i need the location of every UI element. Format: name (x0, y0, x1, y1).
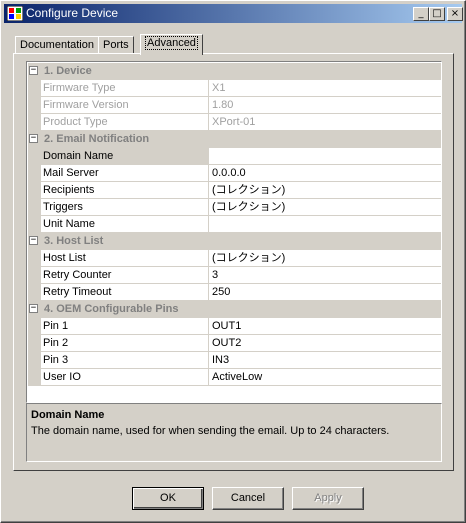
property-value[interactable] (210, 216, 441, 232)
cancel-button[interactable]: Cancel (212, 487, 284, 510)
row-gutter (28, 216, 41, 232)
property-value[interactable]: OUT1 (210, 318, 441, 334)
category-row[interactable]: −3. Host List (28, 233, 441, 250)
property-name[interactable]: Unit Name (41, 216, 209, 232)
tab-label: Ports (103, 39, 129, 51)
property-value[interactable]: X1 (210, 80, 441, 96)
row-gutter (28, 352, 41, 368)
row-gutter (28, 182, 41, 198)
property-name[interactable]: Retry Timeout (41, 284, 209, 300)
collapse-toggle-icon[interactable]: − (29, 66, 38, 75)
category-row[interactable]: −4. OEM Configurable Pins (28, 301, 441, 318)
tab-ports[interactable]: Ports (98, 36, 134, 54)
category-label: 4. OEM Configurable Pins (44, 303, 179, 315)
property-row[interactable]: Host List (コレクション) (28, 250, 441, 267)
property-name[interactable]: Product Type (41, 114, 209, 130)
property-row[interactable]: Mail Server 0.0.0.0 (28, 165, 441, 182)
property-row[interactable]: Firmware Version 1.80 (28, 97, 441, 114)
property-value[interactable]: 0.0.0.0 (210, 165, 441, 181)
configure-device-window: Configure Device _ □ × Documentation Por… (0, 0, 466, 523)
tab-documentation[interactable]: Documentation (15, 36, 99, 54)
property-name[interactable]: Mail Server (41, 165, 209, 181)
property-row[interactable]: Pin 1 OUT1 (28, 318, 441, 335)
row-gutter (28, 335, 41, 351)
property-name[interactable]: Host List (41, 250, 209, 266)
tab-label: Documentation (20, 39, 94, 51)
property-value[interactable] (210, 148, 441, 164)
app-icon (7, 6, 23, 21)
row-gutter (28, 165, 41, 181)
row-gutter (28, 318, 41, 334)
property-name[interactable]: Triggers (41, 199, 209, 215)
collapse-toggle-icon[interactable]: − (29, 236, 38, 245)
property-row[interactable]: Firmware Type X1 (28, 80, 441, 97)
property-value[interactable]: IN3 (210, 352, 441, 368)
property-row[interactable]: Pin 3 IN3 (28, 352, 441, 369)
property-value[interactable]: 250 (210, 284, 441, 300)
property-row[interactable]: Retry Timeout 250 (28, 284, 441, 301)
row-gutter (28, 148, 41, 164)
property-row[interactable]: Product Type XPort-01 (28, 114, 441, 131)
row-gutter (28, 80, 41, 96)
property-value[interactable]: (コレクション) (210, 250, 441, 266)
apply-button[interactable]: Apply (292, 487, 364, 510)
property-grid-rows: −1. Device Firmware Type X1 Firmware Versio… (28, 63, 441, 386)
row-gutter (28, 97, 41, 113)
title-bar[interactable]: Configure Device _ □ × (4, 4, 463, 23)
property-name[interactable]: Retry Counter (41, 267, 209, 283)
category-row[interactable]: −2. Email Notification (28, 131, 441, 148)
property-row[interactable]: Triggers (コレクション) (28, 199, 441, 216)
row-gutter (28, 250, 41, 266)
collapse-toggle-icon[interactable]: − (29, 134, 38, 143)
property-row[interactable]: Domain Name (28, 148, 441, 165)
window-title: Configure Device (26, 6, 119, 20)
property-name[interactable]: Pin 3 (41, 352, 209, 368)
category-label: 2. Email Notification (44, 133, 150, 145)
category-label: 3. Host List (44, 235, 104, 247)
category-label: 1. Device (44, 65, 92, 77)
property-row[interactable]: Unit Name (28, 216, 441, 233)
tab-advanced[interactable]: Advanced (140, 34, 203, 55)
property-name[interactable]: Pin 1 (41, 318, 209, 334)
ok-button[interactable]: OK (132, 487, 204, 510)
property-value[interactable]: XPort-01 (210, 114, 441, 130)
minimize-button[interactable]: _ (413, 7, 429, 21)
maximize-button[interactable]: □ (429, 7, 445, 21)
property-row[interactable]: User IO ActiveLow (28, 369, 441, 386)
row-gutter (28, 284, 41, 300)
description-pane: Domain Name The domain name, used for wh… (26, 403, 442, 462)
collapse-toggle-icon[interactable]: − (29, 304, 38, 313)
row-gutter (28, 369, 41, 385)
property-name[interactable]: Firmware Version (41, 97, 209, 113)
description-text: The domain name, used for when sending t… (31, 425, 390, 437)
property-value[interactable]: 1.80 (210, 97, 441, 113)
property-value[interactable]: OUT2 (210, 335, 441, 351)
category-row[interactable]: −1. Device (28, 63, 441, 80)
property-value[interactable]: ActiveLow (210, 369, 441, 385)
property-row[interactable]: Pin 2 OUT2 (28, 335, 441, 352)
property-row[interactable]: Recipients (コレクション) (28, 182, 441, 199)
property-value[interactable]: 3 (210, 267, 441, 283)
property-name[interactable]: User IO (41, 369, 209, 385)
row-gutter (28, 267, 41, 283)
close-button[interactable]: × (447, 7, 463, 21)
property-row[interactable]: Retry Counter 3 (28, 267, 441, 284)
property-grid[interactable]: −1. Device Firmware Type X1 Firmware Versio… (26, 61, 442, 403)
property-name[interactable]: Domain Name (41, 148, 209, 164)
row-gutter (28, 114, 41, 130)
property-name[interactable]: Pin 2 (41, 335, 209, 351)
row-gutter (28, 199, 41, 215)
property-name[interactable]: Firmware Type (41, 80, 209, 96)
property-value[interactable]: (コレクション) (210, 182, 441, 198)
property-value[interactable]: (コレクション) (210, 199, 441, 215)
tab-label: Advanced (145, 36, 198, 50)
advanced-tab-panel: −1. Device Firmware Type X1 Firmware Versio… (13, 53, 454, 471)
property-name[interactable]: Recipients (41, 182, 209, 198)
description-title: Domain Name (31, 409, 105, 421)
